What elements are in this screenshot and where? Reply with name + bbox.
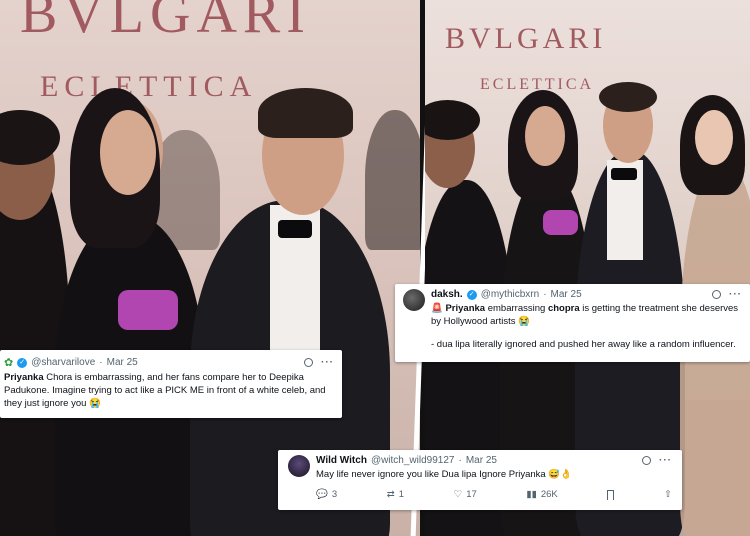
verified-icon: ✓ xyxy=(17,357,28,368)
purple-top xyxy=(118,290,178,330)
tweet-handle[interactable]: @witch_wild99127 xyxy=(371,455,455,466)
tweet-header: ✿ ✓ @sharvarilove · Mar 25 ··· xyxy=(4,357,334,369)
tweet-date[interactable]: Mar 25 xyxy=(107,357,138,368)
bookmark-icon xyxy=(607,489,615,500)
person-face xyxy=(100,110,156,195)
tweet-bold-word: Priyanka xyxy=(4,372,44,383)
verified-icon: ✓ xyxy=(466,289,477,300)
like-count: 17 xyxy=(466,489,477,500)
tweet-text-mid: embarrassing xyxy=(485,303,548,314)
grok-icon[interactable] xyxy=(304,358,313,367)
tweet-author-name[interactable]: daksh. xyxy=(431,289,463,300)
more-icon[interactable]: ··· xyxy=(659,455,672,466)
tweet-actions: 💬 3 ⇄ 1 ♡ 17 ▮▮ 26K ⇧ xyxy=(288,489,672,500)
tweet-date[interactable]: Mar 25 xyxy=(551,289,582,300)
tweet-date[interactable]: Mar 25 xyxy=(466,455,497,466)
bow-tie xyxy=(611,168,637,180)
share-button[interactable]: ⇧ xyxy=(664,489,672,500)
grok-icon[interactable] xyxy=(642,456,651,465)
tweet-bold-word: chopra xyxy=(547,303,580,314)
views-icon: ▮▮ xyxy=(526,489,537,500)
tweet-handle[interactable]: @sharvarilove xyxy=(31,357,95,368)
tweet-card[interactable]: Wild Witch @witch_wild99127 · Mar 25 ···… xyxy=(278,450,682,510)
collection-name-text: ECLETTICA xyxy=(40,70,258,103)
person-hair xyxy=(599,82,657,112)
tweet-text: Priyanka Chora is embarrassing, and her … xyxy=(4,371,334,410)
tweet-handle[interactable]: @mythicbxrn xyxy=(481,289,540,300)
grok-icon[interactable] xyxy=(712,290,721,299)
tweet-text-rest: Chora is embarrassing, and her fans comp… xyxy=(4,372,326,409)
tweet-card[interactable]: ✿ ✓ @sharvarilove · Mar 25 ··· Priyanka … xyxy=(0,350,342,418)
tweet-card[interactable]: daksh. ✓ @mythicbxrn · Mar 25 ··· 🚨 Priy… xyxy=(395,284,750,362)
heart-icon: ♡ xyxy=(453,489,463,500)
more-icon[interactable]: ··· xyxy=(321,357,334,368)
avatar[interactable] xyxy=(288,455,310,477)
repost-count: 1 xyxy=(398,489,405,500)
like-button[interactable]: ♡ 17 xyxy=(454,489,477,500)
background-figure xyxy=(365,110,420,250)
bookmark-button[interactable] xyxy=(607,489,615,500)
view-count: 26K xyxy=(540,489,558,500)
avatar[interactable] xyxy=(403,289,425,311)
tweet-text: May life never ignore you like Dua lipa … xyxy=(316,469,572,480)
reply-count: 3 xyxy=(331,489,338,500)
purple-top xyxy=(543,210,578,235)
brand-logo-text: BVLGARI xyxy=(20,0,311,45)
person-hair xyxy=(258,88,353,138)
bow-tie xyxy=(278,220,312,238)
brand-logo-text: BVLGARI xyxy=(445,22,607,55)
reply-button[interactable]: 💬 3 xyxy=(316,489,337,500)
repost-button[interactable]: ⇄ 1 xyxy=(387,489,404,500)
repost-icon: ⇄ xyxy=(386,489,395,500)
more-icon[interactable]: ··· xyxy=(729,289,742,300)
siren-emoji: 🚨 xyxy=(431,303,446,314)
tweet-text-line2: - dua lipa literally ignored and pushed … xyxy=(431,339,736,350)
tweet-header: Wild Witch @witch_wild99127 · Mar 25 ··· xyxy=(316,455,672,466)
tweet-author-name[interactable]: Wild Witch xyxy=(316,455,367,466)
person-face xyxy=(695,110,733,165)
share-icon: ⇧ xyxy=(664,489,672,500)
reply-icon: 💬 xyxy=(316,489,328,500)
views-button[interactable]: ▮▮ 26K xyxy=(526,489,557,500)
tweet-bold-word: Priyanka xyxy=(445,303,486,314)
person-face xyxy=(525,106,565,166)
tweet-header: daksh. ✓ @mythicbxrn · Mar 25 ··· xyxy=(431,289,742,300)
tweet-text: 🚨 Priyanka embarrassing chopra is gettin… xyxy=(431,302,742,328)
sprout-emoji-icon: ✿ xyxy=(4,357,14,369)
